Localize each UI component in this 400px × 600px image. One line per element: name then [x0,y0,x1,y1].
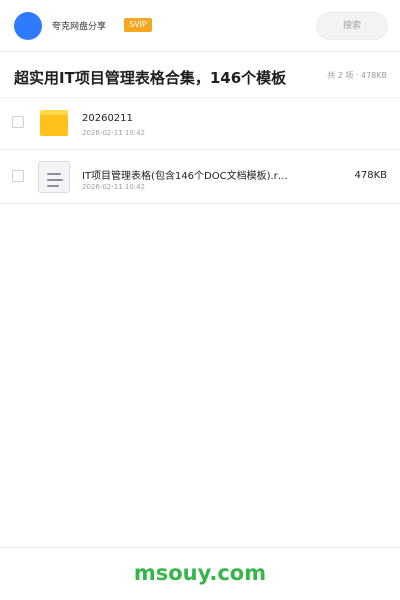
file-checkbox[interactable] [12,170,24,182]
file-checkbox[interactable] [12,116,24,128]
file-time: 2026-02-11 10:42 [82,183,146,191]
file-size: 478KB [354,170,387,181]
search-button[interactable]: 搜索 [316,12,388,40]
file-time: 2026-02-11 10:42 [82,129,146,137]
document-line [47,173,61,175]
file-row[interactable]: 20260211 2026-02-11 10:42 [0,96,400,150]
share-summary: 共 2 项 · 478KB [327,71,387,80]
folder-icon [40,110,68,136]
footer: msouy.com [0,547,400,600]
document-line [47,185,59,187]
share-title-row: 超实用IT项目管理表格合集，146个模板 共 2 项 · 478KB [0,52,400,98]
watermark: msouy.com [133,561,267,585]
avatar[interactable] [14,12,42,40]
folder-body [40,115,68,136]
file-name: 20260211 [82,113,133,124]
file-name: IT项目管理表格(包含146个DOC文档模板).r… [82,171,288,182]
top-bar: 夸克网盘分享 SVIP 搜索 [0,0,400,52]
file-row[interactable]: IT项目管理表格(包含146个DOC文档模板).r… 2026-02-11 10… [0,150,400,204]
document-icon [38,161,70,193]
brand-name: 夸克网盘分享 [52,22,107,32]
document-line [47,179,63,181]
share-page: 夸克网盘分享 SVIP 搜索 超实用IT项目管理表格合集，146个模板 共 2 … [0,0,400,600]
vip-badge: SVIP [124,18,152,32]
share-title: 超实用IT项目管理表格合集，146个模板 [14,69,287,87]
